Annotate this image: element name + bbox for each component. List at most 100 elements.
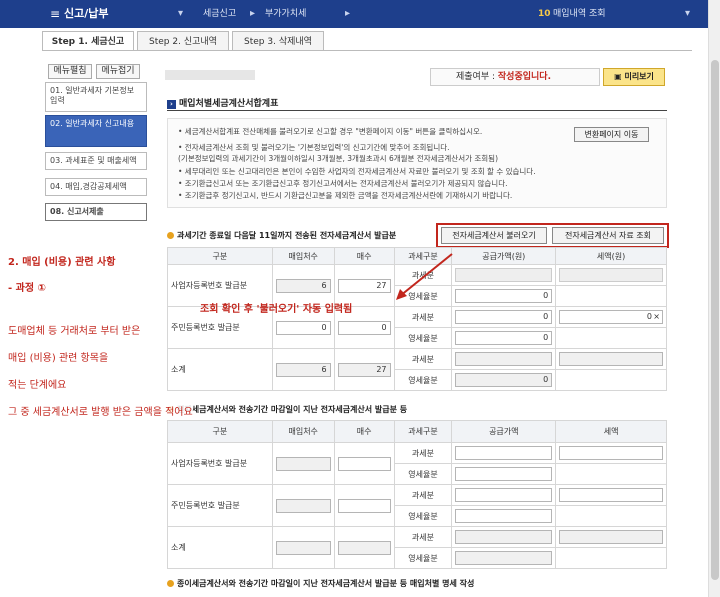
- purchaser-count-field[interactable]: [275, 498, 331, 513]
- sidebar-item-tax-base[interactable]: 03. 과세표준 및 매출세액: [45, 152, 147, 170]
- tax-type-label: 영세율분: [393, 463, 453, 485]
- sheet-count-field[interactable]: 27: [337, 278, 391, 293]
- tax-type-label: 영세율분: [393, 505, 453, 527]
- bullet-dot-icon: [167, 232, 174, 239]
- tab-step1[interactable]: Step 1. 세금신고: [42, 31, 134, 51]
- annotation-arrow: [396, 253, 453, 300]
- supply-amount-field: [455, 530, 553, 544]
- col-header: 세액(원): [555, 247, 667, 265]
- vertical-scrollbar[interactable]: [708, 0, 720, 597]
- tax-amount-field: [559, 352, 663, 366]
- supply-amount-field: 0: [455, 373, 553, 387]
- chevron-right-icon: ▸: [250, 8, 256, 19]
- arrow-icon: ›: [167, 100, 176, 109]
- purchaser-count-field: 6: [275, 362, 331, 377]
- section2-title-text: 과세기간 종료일 다음달 11일까지 전송된 전자세금계산서 발급분: [177, 231, 397, 240]
- section1-title-text: 매입처별세금계산서합계표: [179, 99, 279, 109]
- tax-amount-field[interactable]: 0 ×: [559, 310, 663, 324]
- info-bullet: • 세무대리인 또는 신고대리인은 본인이 수임한 사업자의 전자세금계산서 자…: [178, 167, 536, 176]
- section1-title: › 매입처별세금계산서합계표: [167, 96, 278, 109]
- tax-amount-field[interactable]: [559, 446, 663, 460]
- table-row: 주민등록번호 발급분 과세분: [167, 484, 667, 527]
- chevron-right-icon: ▸: [345, 8, 351, 19]
- sheet-count-field[interactable]: 0: [337, 320, 391, 335]
- purchaser-count-field[interactable]: [275, 456, 331, 471]
- nav-title[interactable]: 신고/납부: [64, 0, 109, 28]
- purchase-inquiry-link[interactable]: 매입내역 조회: [553, 0, 606, 28]
- supply-amount-field[interactable]: 0: [455, 331, 553, 345]
- chevron-down-icon[interactable]: ▾: [685, 8, 690, 19]
- supply-amount-field[interactable]: 0: [455, 289, 553, 303]
- purchaser-count-field[interactable]: 0: [275, 320, 331, 335]
- table-row: 사업자등록번호 발급분 과세분: [167, 442, 667, 485]
- supply-amount-field: [455, 352, 553, 366]
- tax-amount-field[interactable]: [559, 268, 663, 282]
- breadcrumb-tax-filing[interactable]: 세금신고: [203, 0, 236, 28]
- menu-number-badge: 10: [538, 9, 551, 19]
- chevron-down-icon[interactable]: ▾: [178, 8, 183, 19]
- tab-step2[interactable]: Step 2. 신고내역: [137, 31, 229, 51]
- breadcrumb-vat[interactable]: 부가가치세: [265, 0, 306, 28]
- x-icon[interactable]: ×: [653, 311, 660, 323]
- section4-title-text: 종이세금계산서와 전송기간 마감일이 지난 전자세금계산서 발급분 등 매입처별…: [177, 579, 475, 588]
- section3-title-text: 전자세금계산서와 전송기간 마감일이 지난 전자세금계산서 발급분 등: [177, 405, 408, 414]
- sidebar-item-basic-info[interactable]: 01. 일반과세자 기본정보 입력: [45, 82, 147, 112]
- supply-amount-field: [455, 551, 553, 565]
- top-nav-bar: ≡ 신고/납부 ▾ 세금신고 ▸ 부가가치세 ▸ 10 매입내역 조회 ▾: [0, 0, 708, 28]
- sheet-count-field: 27: [337, 362, 391, 377]
- row-label: 소계: [167, 348, 273, 391]
- tax-amount-value: 0: [646, 312, 652, 321]
- table-header-row: 구분 매입처수 매수 과세구분 공급가액 세액: [167, 420, 667, 443]
- load-etax-invoice-button[interactable]: 전자세금계산서 불러오기: [441, 227, 547, 244]
- supply-amount-field[interactable]: [455, 446, 553, 460]
- tax-type-label: 과세분: [393, 442, 453, 464]
- preview-label: 미리보기: [624, 72, 654, 81]
- menu-collapse-button[interactable]: 메뉴접기: [96, 64, 140, 79]
- info-bullet: • 조기환급신고서 또는 조기환급신고후 정기신고서에서는 전자세금계산서 불러…: [178, 179, 508, 188]
- tax-type-label: 영세율분: [393, 547, 453, 569]
- col-header: 매입처수: [271, 247, 335, 265]
- supply-amount-field[interactable]: 0: [455, 310, 553, 324]
- submit-status-label: 제출여부 :: [456, 72, 496, 82]
- menu-expand-button[interactable]: 메뉴펼침: [48, 64, 92, 79]
- redacted-name: [165, 70, 255, 80]
- supply-amount-field[interactable]: [455, 467, 553, 481]
- col-header: 과세구분: [393, 420, 453, 443]
- supply-amount-field[interactable]: [455, 268, 553, 282]
- convert-page-button[interactable]: 변환페이지 이동: [574, 127, 649, 142]
- supply-amount-field[interactable]: [455, 509, 553, 523]
- tax-type-label: 영세율분: [393, 327, 453, 349]
- tax-amount-field: [559, 530, 663, 544]
- annotation-line: 그 중 세금계산서로 발행 받은 금액을 적어요: [8, 403, 193, 418]
- tax-type-label: 과세분: [393, 526, 453, 548]
- sheet-count-field: [337, 540, 391, 555]
- col-header: 공급가액: [451, 420, 557, 443]
- sidebar-item-submit[interactable]: 08. 신고서제출: [45, 203, 147, 221]
- col-header: 매수: [333, 247, 395, 265]
- row-label: 사업자등록번호 발급분: [167, 442, 273, 485]
- section2-title: 과세기간 종료일 다음달 11일까지 전송된 전자세금계산서 발급분: [167, 230, 396, 241]
- col-header: 매입처수: [271, 420, 335, 443]
- col-header: 구분: [167, 247, 273, 265]
- sidebar-item-report-content[interactable]: 02. 일반과세자 신고내용: [45, 115, 147, 147]
- tax-type-label: 과세분: [393, 484, 453, 506]
- table-row: 소계 6 27 과세분: [167, 348, 667, 391]
- purchaser-count-field[interactable]: 6: [275, 278, 331, 293]
- tab-step3[interactable]: Step 3. 삭제내역: [232, 31, 324, 51]
- tax-type-label: 영세율분: [393, 369, 453, 391]
- col-header: 구분: [167, 420, 273, 443]
- paper-tax-table: 구분 매입처수 매수 과세구분 공급가액 세액 사업자등록번호 발급분 과세분 …: [167, 420, 667, 569]
- supply-amount-field[interactable]: [455, 488, 553, 502]
- annotation-line: - 과정 ①: [8, 283, 46, 294]
- sheet-count-field[interactable]: [337, 498, 391, 513]
- row-label: 소계: [167, 526, 273, 569]
- annotation-line: 적는 단계에요: [8, 380, 67, 391]
- hamburger-icon[interactable]: ≡: [50, 0, 60, 28]
- tab-divider: [42, 50, 692, 51]
- scrollbar-thumb[interactable]: [711, 60, 719, 580]
- sidebar-item-deduction[interactable]: 04. 매입,경감공제세액: [45, 178, 147, 196]
- preview-button[interactable]: ▣ 미리보기: [603, 68, 665, 86]
- lookup-etax-data-button[interactable]: 전자세금계산서 자료 조회: [552, 227, 664, 244]
- sheet-count-field[interactable]: [337, 456, 391, 471]
- tax-amount-field[interactable]: [559, 488, 663, 502]
